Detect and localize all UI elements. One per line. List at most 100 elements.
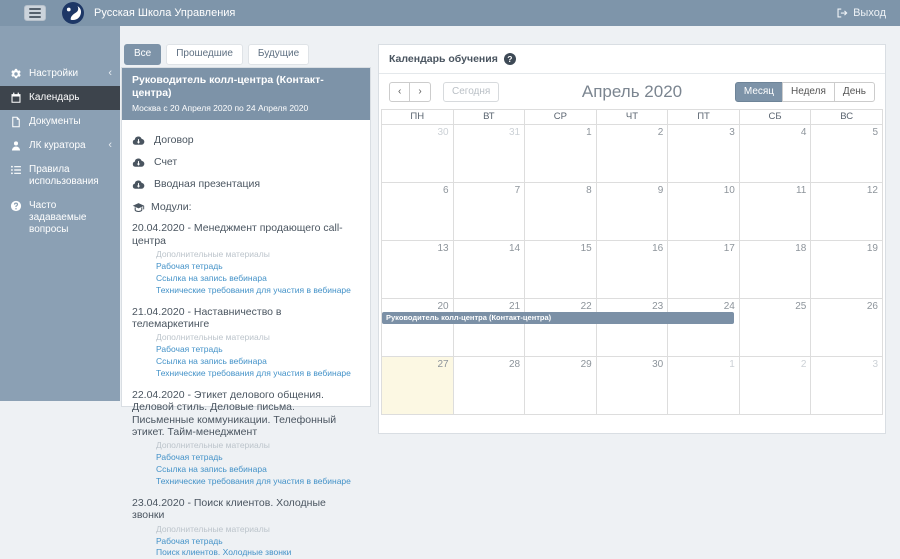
calendar-event[interactable]: Руководитель колл-центра (Контакт-центра… (382, 312, 734, 324)
calendar-day-cell[interactable]: 11 (739, 183, 811, 241)
calendar-day-cell[interactable]: 6 (382, 183, 454, 241)
module-item: 21.04.2020 - Наставничество в телемаркет… (132, 306, 360, 380)
calendar-day-cell[interactable]: 24 (668, 299, 740, 357)
module-link[interactable]: Рабочая тетрадь (156, 452, 360, 464)
module-title: 22.04.2020 - Этикет делового общения. Де… (132, 389, 360, 439)
calendar-day-cell[interactable]: 1 (668, 357, 740, 415)
hamburger-menu-button[interactable] (24, 5, 46, 21)
weekday-header: ПТ (668, 110, 740, 125)
modules-header-label: Модули: (151, 201, 192, 213)
module-link[interactable]: Рабочая тетрадь (156, 344, 360, 356)
calendar-day-cell[interactable]: 25 (739, 299, 811, 357)
sidebar-item-faq[interactable]: Часто задаваемые вопросы (0, 194, 120, 242)
calendar-day-cell[interactable]: 9 (596, 183, 668, 241)
cloud-download-icon (132, 179, 145, 190)
calendar-day-cell[interactable]: 17 (668, 241, 740, 299)
sidebar-item-label: Правила использования (29, 164, 112, 188)
calendar-day-cell[interactable]: 18 (739, 241, 811, 299)
module-item: 20.04.2020 - Менеджмент продающего call-… (132, 222, 360, 296)
module-link[interactable]: Рабочая тетрадь (156, 536, 360, 548)
module-link[interactable]: Поиск клиентов. Холодные звонки (156, 547, 360, 559)
calendar-day-cell[interactable]: 3 (668, 125, 740, 183)
sidebar-item-settings[interactable]: Настройки ‹ (0, 62, 120, 86)
view-button-month[interactable]: Месяц (735, 82, 783, 102)
cloud-download-icon (132, 135, 145, 146)
chevron-left-icon: ‹ (108, 68, 112, 79)
document-download-link[interactable]: Договор (132, 129, 360, 151)
module-link[interactable]: Рабочая тетрадь (156, 261, 360, 273)
calendar-day-cell[interactable]: 13 (382, 241, 454, 299)
calendar-day-cell[interactable]: 29 (525, 357, 597, 415)
module-link[interactable]: Технические требования для участия в веб… (156, 476, 360, 488)
document-download-link[interactable]: Вводная презентация (132, 173, 360, 195)
module-link[interactable]: Технические требования для участия в веб… (156, 368, 360, 380)
logout-label: Выход (853, 7, 886, 19)
calendar-day-cell[interactable]: 23 (596, 299, 668, 357)
calendar-day-cell[interactable]: 5 (811, 125, 883, 183)
calendar-grid: ПНВТСРЧТПТСБВС 3031123456789101112131415… (381, 109, 883, 415)
calendar-day-cell[interactable]: 4 (739, 125, 811, 183)
document-label: Вводная презентация (154, 178, 260, 190)
tab-all[interactable]: Все (124, 44, 161, 65)
calendar-day-cell[interactable]: 20 (382, 299, 454, 357)
view-button-week[interactable]: Неделя (782, 82, 835, 102)
calendar-day-cell[interactable]: 2 (739, 357, 811, 415)
document-label: Договор (154, 134, 194, 146)
calendar-day-cell[interactable]: 22 (525, 299, 597, 357)
course-panel-body: Договор Счет Вводная презентация Модули:… (122, 120, 370, 559)
calendar-day-cell[interactable]: 15 (525, 241, 597, 299)
weekday-header: ВТ (453, 110, 525, 125)
calendar-day-cell[interactable]: 8 (525, 183, 597, 241)
calendar-day-cell[interactable]: 14 (453, 241, 525, 299)
calendar-week-row: 20212223242526 (382, 299, 883, 357)
document-download-link[interactable]: Счет (132, 151, 360, 173)
calendar-day-cell[interactable]: 19 (811, 241, 883, 299)
calendar-day-cell[interactable]: 7 (453, 183, 525, 241)
help-icon[interactable]: ? (504, 53, 516, 65)
calendar-header: Календарь обучения ? (379, 45, 885, 74)
calendar-day-cell[interactable]: 28 (453, 357, 525, 415)
sidebar-item-documents[interactable]: Документы (0, 110, 120, 134)
module-list: 20.04.2020 - Менеджмент продающего call-… (132, 222, 360, 559)
gear-icon (10, 68, 22, 80)
sidebar-item-label: Часто задаваемые вопросы (29, 200, 112, 236)
calendar-day-cell[interactable]: 30 (596, 357, 668, 415)
module-link[interactable]: Ссылка на запись вебинара (156, 273, 360, 285)
module-link[interactable]: Технические требования для участия в веб… (156, 285, 360, 297)
module-materials: Дополнительные материалы Рабочая тетрадь… (156, 524, 360, 559)
view-button-day[interactable]: День (834, 82, 875, 102)
calendar-toolbar: ‹ › Сегодня Апрель 2020 МесяцНеделяДень (389, 82, 875, 102)
module-link[interactable]: Ссылка на запись вебинара (156, 356, 360, 368)
module-link[interactable]: Ссылка на запись вебинара (156, 464, 360, 476)
calendar-day-cell[interactable]: 2 (596, 125, 668, 183)
calendar-day-cell[interactable]: 10 (668, 183, 740, 241)
module-extra-materials-label: Дополнительные материалы (156, 524, 360, 536)
module-extra-materials-label: Дополнительные материалы (156, 332, 360, 344)
weekday-header: ПН (382, 110, 454, 125)
logout-button[interactable]: Выход (836, 7, 886, 19)
calendar-day-cell[interactable]: 1 (525, 125, 597, 183)
calendar-day-cell[interactable]: 27 (382, 357, 454, 415)
module-title: 23.04.2020 - Поиск клиентов. Холодные зв… (132, 497, 360, 522)
weekday-header: ЧТ (596, 110, 668, 125)
calendar-day-cell[interactable]: 30 (382, 125, 454, 183)
calendar-week-row: 27282930123 (382, 357, 883, 415)
chevron-left-icon: ‹ (108, 140, 112, 151)
sidebar-item-calendar[interactable]: Календарь (0, 86, 120, 110)
calendar-day-cell[interactable]: 3 (811, 357, 883, 415)
sidebar-item-label: Документы (29, 116, 112, 128)
sidebar-item-rules[interactable]: Правила использования (0, 158, 120, 194)
course-dates: Москва с 20 Апреля 2020 по 24 Апреля 202… (132, 103, 360, 113)
calendar-day-cell[interactable]: 16 (596, 241, 668, 299)
calendar-day-cell[interactable]: 21 (453, 299, 525, 357)
tab-past[interactable]: Прошедшие (166, 44, 243, 65)
calendar-day-cell[interactable]: 12 (811, 183, 883, 241)
calendar-day-cell[interactable]: 26 (811, 299, 883, 357)
course-header[interactable]: Руководитель колл-центра (Контакт-центра… (122, 68, 370, 120)
sidebar-item-curator[interactable]: ЛК куратора ‹ (0, 134, 120, 158)
module-extra-materials-label: Дополнительные материалы (156, 249, 360, 261)
app-title: Русская Школа Управления (94, 7, 235, 19)
calendar-week-row: 13141516171819 (382, 241, 883, 299)
calendar-day-cell[interactable]: 31 (453, 125, 525, 183)
tab-future[interactable]: Будущие (248, 44, 309, 65)
